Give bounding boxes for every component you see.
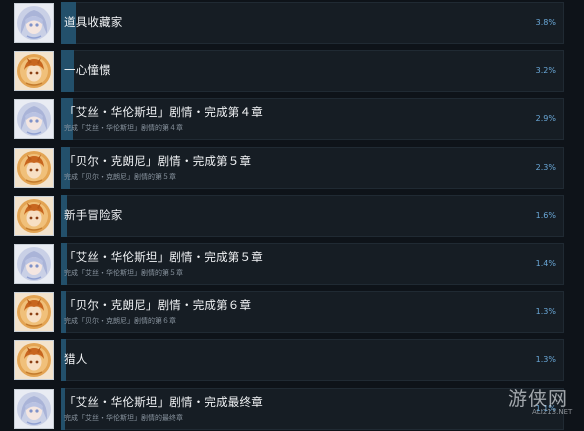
progress-track [61, 339, 564, 382]
silver-haired-girl-icon [14, 244, 54, 284]
silver-haired-girl-icon [14, 3, 54, 43]
achievement-title: 新手冒险家 [64, 207, 123, 222]
orange-haired-boy-icon [14, 340, 54, 381]
achievement-row: 「贝尔・克朗尼」剧情・完成第６章完成「贝尔・克朗尼」剧情的第６章 1.3% [0, 290, 584, 334]
achievement-row: 「艾丝・华伦斯坦」剧情・完成最终章 完成「艾丝・华伦斯坦」剧情的最终章 1.1% [0, 387, 584, 431]
achievement-row: 「艾丝・华伦斯坦」剧情・完成第４章完成「艾丝・华伦斯坦」剧情的第４章 2.9% [0, 97, 584, 141]
unlock-percentage: 2.9% [535, 114, 556, 124]
achievement-row: 道具收藏家 3.8% [0, 1, 584, 45]
unlock-percentage: 1.6% [535, 210, 556, 220]
watermark-logo-text: 游侠网 [508, 388, 569, 410]
silver-haired-girl-icon [14, 99, 54, 140]
achievement-row: 猎人 1.3% [0, 338, 584, 382]
achievement-row: 「贝尔・克朗尼」剧情・完成第５章完成「贝尔・克朗尼」剧情的第５章 2.3% [0, 146, 584, 190]
achievement-title: 「艾丝・华伦斯坦」剧情・完成最终章 [64, 394, 263, 409]
unlock-percentage: 1.3% [535, 307, 556, 317]
unlock-percentage: 1.3% [535, 355, 556, 365]
achievement-description: 完成「贝尔・克朗尼」剧情的第５章 [64, 172, 176, 181]
watermark-sub-text: ALI213.NET [532, 408, 573, 416]
achievement-title: 一心憧憬 [64, 63, 111, 78]
achievement-title: 「艾丝・华伦斯坦」剧情・完成第４章 [64, 105, 263, 120]
achievement-description: 完成「艾丝・华伦斯坦」剧情的第４章 [64, 124, 183, 133]
achievement-description: 完成「艾丝・华伦斯坦」剧情的第５章 [64, 269, 183, 277]
achievement-title: 猎人 [64, 352, 88, 367]
unlock-percentage: 2.3% [535, 162, 556, 172]
orange-haired-boy-icon [14, 292, 54, 333]
orange-haired-boy-icon [14, 147, 54, 188]
achievement-title: 「贝尔・克朗尼」剧情・完成第６章 [64, 298, 252, 313]
achievement-title: 道具收藏家 [64, 15, 123, 29]
silver-haired-girl-icon [14, 388, 54, 429]
orange-haired-boy-icon [14, 195, 54, 236]
site-watermark: 游侠网 ALI213.NET [502, 382, 584, 428]
achievement-title: 「贝尔・克朗尼」剧情・完成第５章 [64, 153, 252, 168]
achievement-row: 新手冒险家 1.6% [0, 194, 584, 238]
unlock-percentage: 3.2% [535, 66, 556, 76]
achievement-description: 完成「艾丝・华伦斯坦」剧情的最终章 [64, 413, 183, 422]
achievement-description: 完成「贝尔・克朗尼」剧情的第６章 [64, 317, 176, 326]
achievement-row: 「艾丝・华伦斯坦」剧情・完成第５章完成「艾丝・华伦斯坦」剧情的第５章 1.4% [0, 242, 584, 286]
unlock-percentage: 3.8% [535, 18, 556, 27]
achievement-title: 「艾丝・华伦斯坦」剧情・完成第５章 [64, 250, 263, 264]
progress-track [61, 2, 564, 44]
orange-haired-boy-icon [14, 51, 54, 92]
progress-track [61, 50, 564, 93]
progress-track [61, 194, 564, 237]
unlock-percentage: 1.4% [535, 259, 556, 268]
achievement-row: 一心憧憬 3.2% [0, 49, 584, 93]
